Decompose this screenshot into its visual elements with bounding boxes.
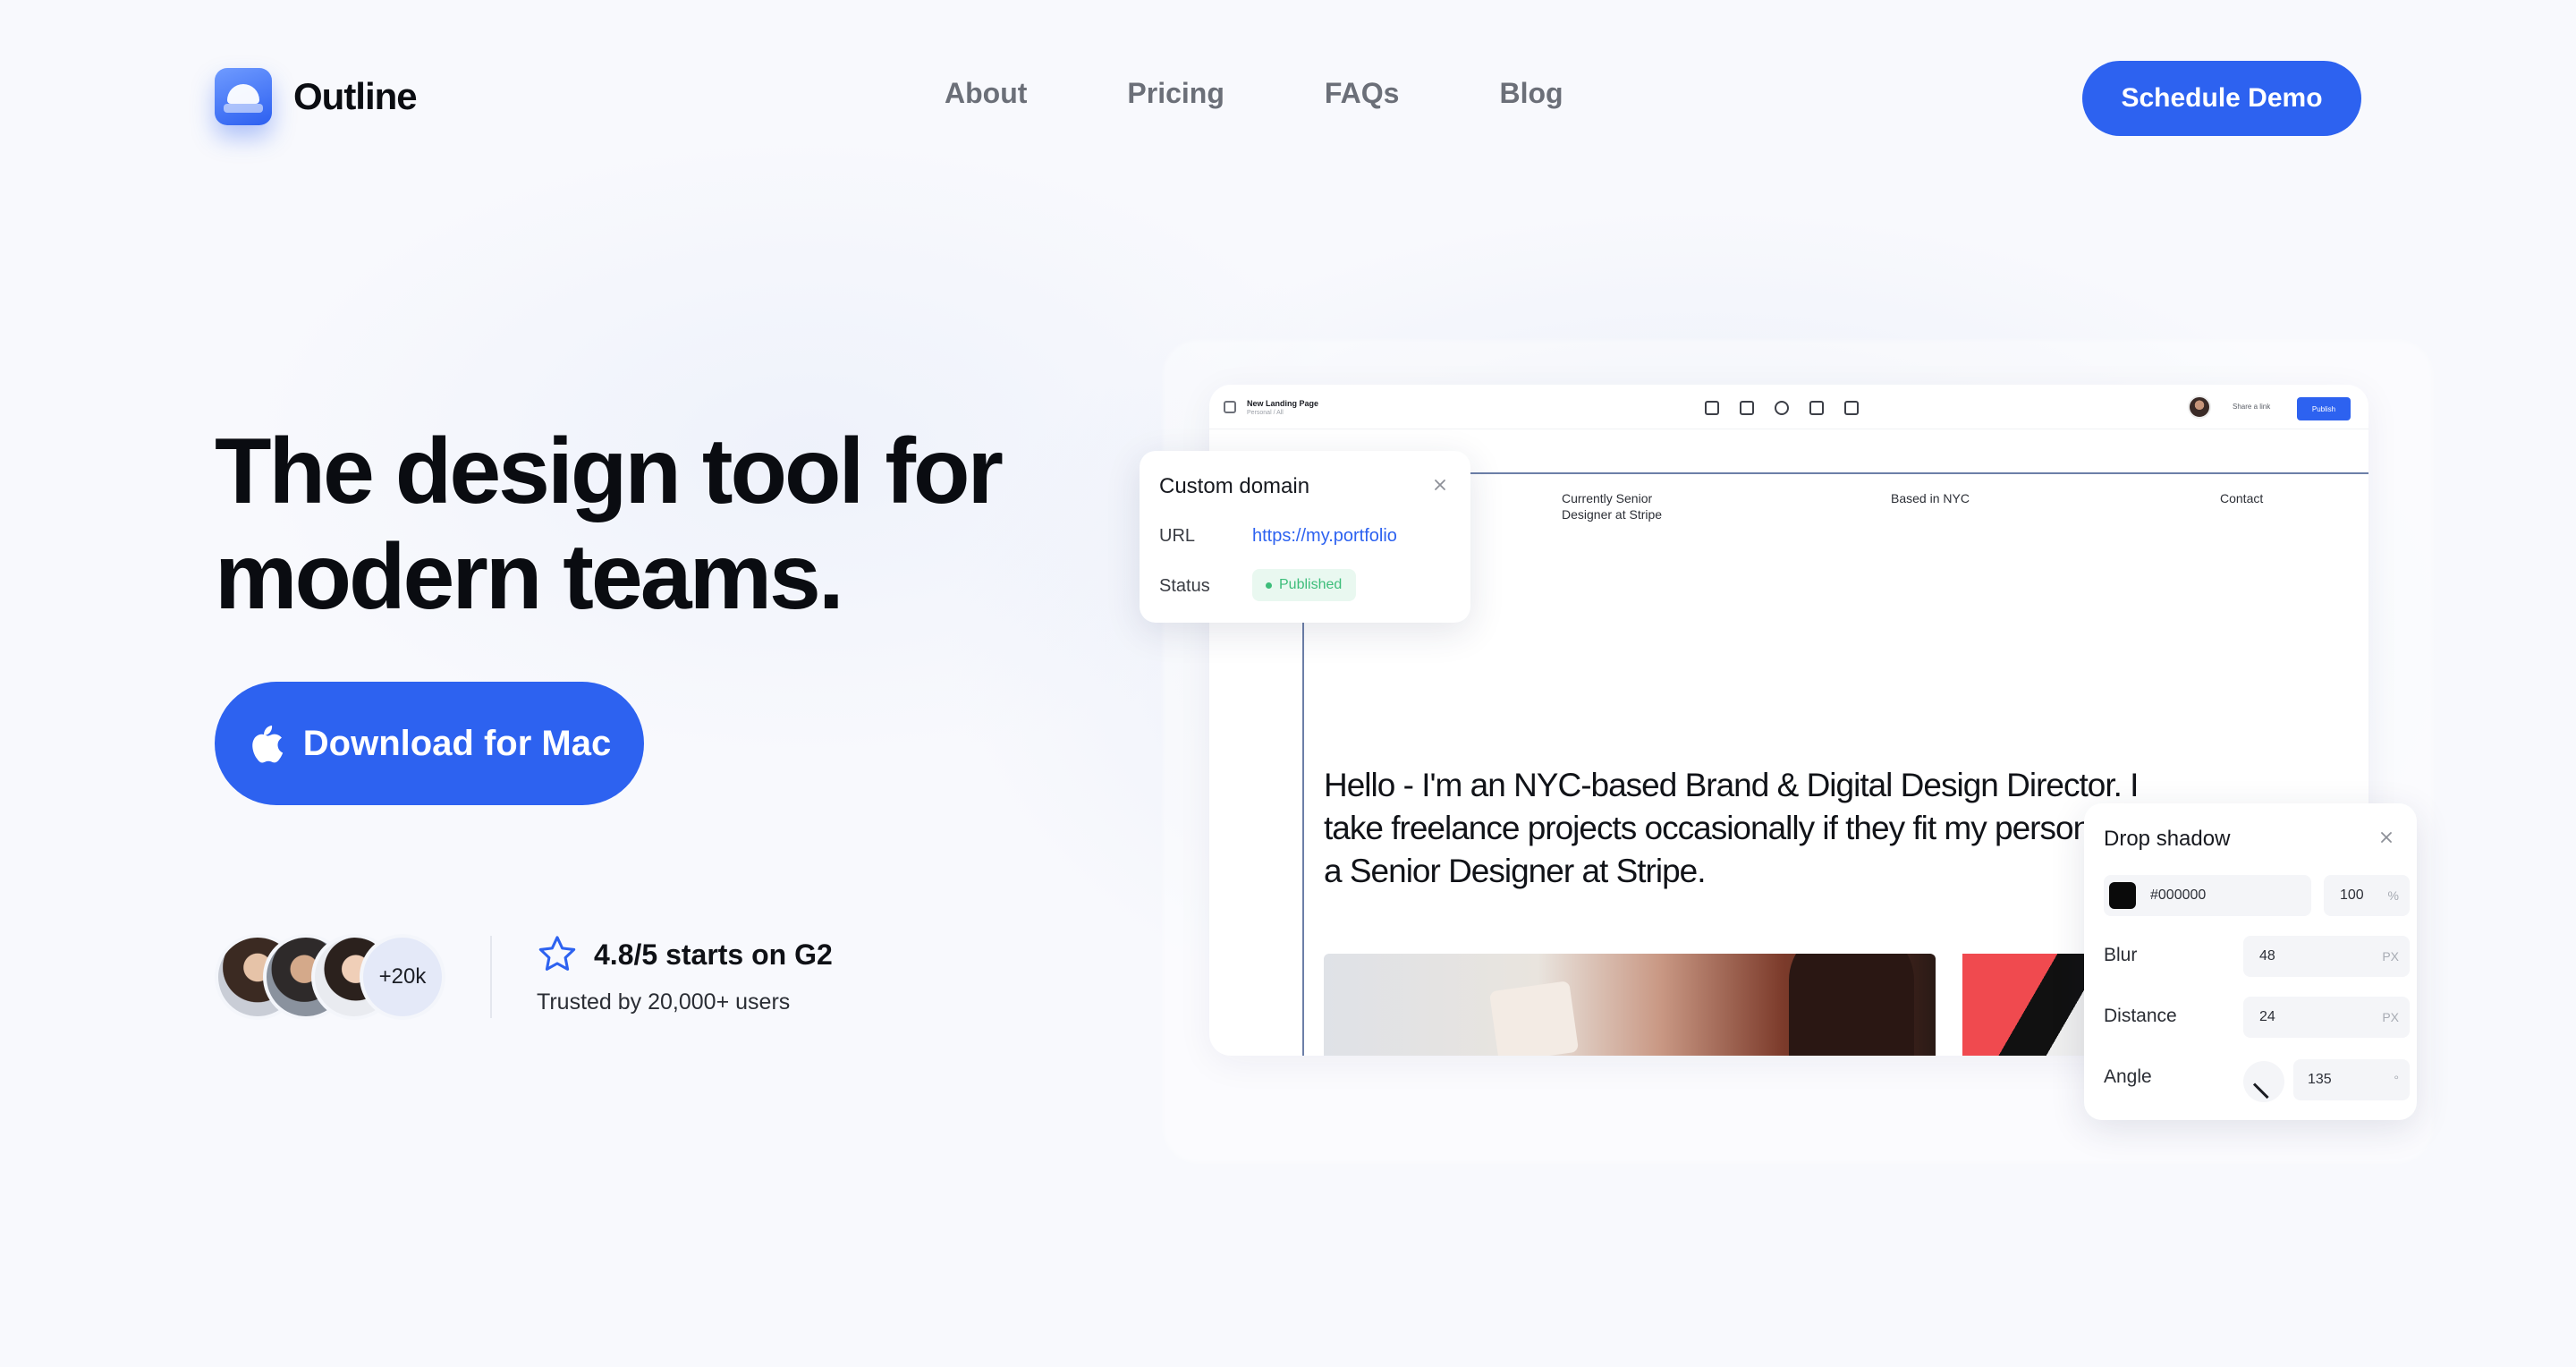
doc-title: New Landing Page	[1247, 399, 1319, 408]
angle-label: Angle	[2104, 1066, 2152, 1087]
divider	[490, 936, 492, 1018]
site-column-contact[interactable]: Contact	[2220, 490, 2263, 506]
url-value[interactable]: https://my.portfolio	[1252, 526, 1397, 547]
opacity-input[interactable]: 100 %	[2324, 875, 2410, 916]
share-link[interactable]: Share a link	[2233, 403, 2270, 411]
site-header: Outline About Pricing FAQs Blog Schedule…	[0, 0, 2576, 197]
hero-title-line-2: modern teams.	[215, 525, 844, 629]
distance-input[interactable]: 24 PX	[2243, 997, 2410, 1038]
site-photo	[1324, 954, 1936, 1056]
site-intro-text: Hello - I'm an NYC-based Brand & Digital…	[1324, 767, 2181, 889]
nav-link-faqs[interactable]: FAQs	[1325, 77, 1400, 110]
pen-tool-icon[interactable]	[1705, 401, 1719, 415]
download-label: Download for Mac	[302, 723, 612, 763]
user-avatars: +20k	[215, 934, 445, 1020]
close-icon[interactable]	[2377, 828, 2395, 846]
hero-title: The design tool for modern teams.	[215, 419, 1109, 630]
status-badge: Published	[1252, 569, 1357, 601]
close-icon[interactable]	[1431, 476, 1449, 494]
angle-value: 135	[2308, 1072, 2332, 1087]
site-column-location: Based in NYC	[1891, 491, 1970, 505]
logo-text: Outline	[293, 75, 418, 117]
blur-label: Blur	[2104, 945, 2138, 965]
nav-link-blog[interactable]: Blog	[1499, 77, 1563, 110]
doc-breadcrumb: Personal / All	[1247, 410, 1284, 416]
angle-dial[interactable]	[2243, 1061, 2284, 1102]
tool-group	[1705, 401, 1879, 415]
download-for-mac-button[interactable]: Download for Mac	[215, 682, 644, 805]
frame-tool-icon[interactable]	[1740, 401, 1754, 415]
logo-icon	[215, 68, 272, 125]
schedule-demo-button[interactable]: Schedule Demo	[2082, 61, 2361, 136]
distance-value: 24	[2259, 1009, 2275, 1024]
star-icon	[538, 936, 576, 971]
panel-title: Drop shadow	[2104, 827, 2231, 851]
apple-icon	[252, 726, 283, 763]
px-unit: PX	[2382, 1010, 2399, 1024]
add-tool-icon[interactable]	[1775, 401, 1789, 415]
degree-unit: °	[2394, 1073, 2399, 1087]
percent-unit: %	[2387, 888, 2399, 903]
app-toolbar: New Landing Page Personal / All Share a …	[1209, 385, 2368, 429]
opacity-value: 100	[2340, 887, 2364, 903]
rating-block: 4.8/5 starts on G2 Trusted by 20,000+ us…	[537, 934, 833, 1015]
angle-input[interactable]: 135 °	[2293, 1059, 2410, 1100]
distance-label: Distance	[2104, 1006, 2177, 1026]
comment-tool-icon[interactable]	[1844, 401, 1859, 415]
custom-domain-popover: Custom domain URL https://my.portfolio S…	[1140, 451, 1470, 623]
popover-title: Custom domain	[1159, 474, 1310, 498]
avatar[interactable]	[2188, 395, 2211, 419]
more-users-badge: +20k	[360, 934, 445, 1020]
main-nav: About Pricing FAQs Blog	[945, 77, 1563, 110]
url-label: URL	[1159, 526, 1196, 546]
rating-text: 4.8/5 starts on G2	[594, 938, 833, 971]
page-icon	[1224, 401, 1236, 413]
drop-shadow-panel: Drop shadow #000000 100 % Blur 48 PX Dis…	[2084, 803, 2417, 1120]
publish-button[interactable]: Publish	[2297, 397, 2351, 420]
color-swatch[interactable]	[2109, 882, 2136, 909]
color-hex-value: #000000	[2150, 887, 2207, 903]
site-column-role: Currently Senior Designer at Stripe	[1562, 491, 1663, 522]
image-tool-icon[interactable]	[1809, 401, 1824, 415]
status-label: Status	[1159, 576, 1210, 596]
hero-title-line-1: The design tool for	[215, 420, 1004, 523]
blur-value: 48	[2259, 948, 2275, 964]
blur-input[interactable]: 48 PX	[2243, 936, 2410, 977]
logo[interactable]: Outline	[215, 68, 418, 125]
px-unit: PX	[2382, 949, 2399, 964]
trusted-text: Trusted by 20,000+ users	[537, 989, 791, 1015]
nav-link-pricing[interactable]: Pricing	[1127, 77, 1224, 110]
nav-link-about[interactable]: About	[945, 77, 1027, 110]
